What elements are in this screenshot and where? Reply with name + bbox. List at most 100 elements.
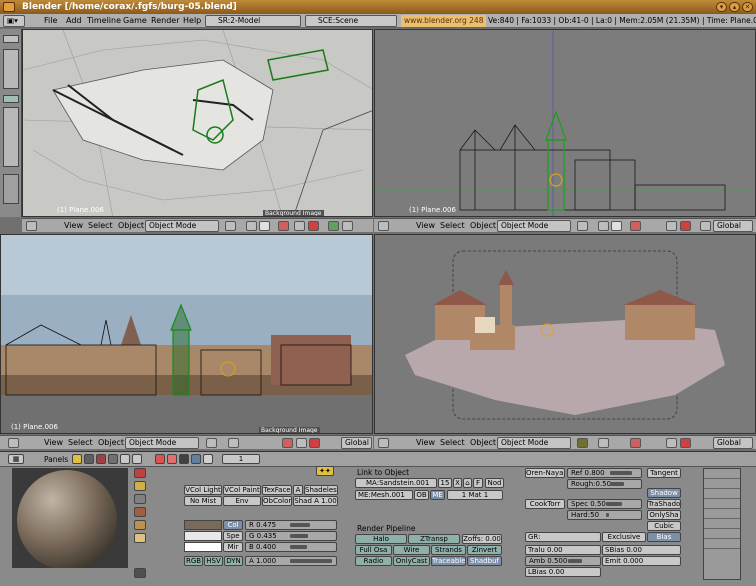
logic-context-icon[interactable] <box>72 454 82 464</box>
maximize-icon[interactable]: ▴ <box>729 2 740 12</box>
scene-context-icon[interactable] <box>132 454 142 464</box>
ref-slider[interactable]: Ref 0.800 <box>567 468 642 478</box>
draw-mode-icon[interactable] <box>225 221 236 231</box>
translate-icon[interactable] <box>630 221 641 231</box>
traceable-button[interactable]: Traceable <box>431 556 466 566</box>
menu-view[interactable]: View <box>416 437 435 449</box>
shadeless-button[interactable]: Shadeless <box>304 485 338 495</box>
menu-object[interactable]: Object <box>118 220 144 232</box>
rgb-mode-button[interactable]: RGB <box>184 556 203 566</box>
red-slider[interactable]: R 0.475 <box>245 520 337 530</box>
pivot-icon[interactable] <box>598 221 609 231</box>
tool-button[interactable] <box>3 95 19 103</box>
material-users-field[interactable]: 15 <box>438 478 452 488</box>
material-index-field[interactable]: 1 Mat 1 <box>447 490 503 500</box>
diffuse-shader-selector[interactable]: Oren-Nayar <box>525 468 565 478</box>
mode-selector[interactable]: Object Mode <box>497 437 571 449</box>
spec-slider[interactable]: Spec 0.50 <box>567 499 642 509</box>
node-button[interactable]: Nod <box>485 478 504 488</box>
view-type-icon[interactable] <box>26 221 37 231</box>
tool-button[interactable] <box>3 35 19 43</box>
halo-button[interactable]: Halo <box>355 534 407 544</box>
preview-cube-icon[interactable] <box>134 494 146 504</box>
menu-select[interactable]: Select <box>440 220 465 232</box>
wire-button[interactable]: Wire <box>393 545 430 555</box>
menu-render[interactable]: Render <box>151 15 179 27</box>
radiosity-sub-icon[interactable] <box>203 454 213 464</box>
minimize-icon[interactable]: ▾ <box>716 2 727 12</box>
orientation-selector[interactable]: Global <box>341 437 372 449</box>
shadbuf-button[interactable]: Shadbuf <box>467 556 502 566</box>
preview-monkey-icon[interactable] <box>134 507 146 517</box>
env-button[interactable]: Env <box>223 496 261 506</box>
editor-type-icon[interactable]: ▣▾ <box>3 15 25 27</box>
hard-slider[interactable]: Hard:50 <box>567 510 642 520</box>
rough-slider[interactable]: Rough:0.50 <box>567 479 642 489</box>
menu-select[interactable]: Select <box>440 437 465 449</box>
material-sub-icon[interactable] <box>155 454 165 464</box>
link-object-button[interactable]: OB <box>414 490 429 500</box>
full-osa-button[interactable]: Full Osa <box>355 545 392 555</box>
hand-icon[interactable] <box>666 221 677 231</box>
menu-file[interactable]: File <box>44 15 57 27</box>
object-context-icon[interactable] <box>108 454 118 464</box>
texture-sub-icon[interactable] <box>179 454 189 464</box>
mir-tab[interactable]: Mir <box>223 542 243 552</box>
menu-object[interactable]: Object <box>470 437 496 449</box>
viewport-top-left[interactable]: (1) Plane.006 Background Image <box>22 29 373 217</box>
view-type-icon[interactable] <box>8 438 19 448</box>
texface-alpha-button[interactable]: A <box>293 485 303 495</box>
shading-context-icon[interactable] <box>96 454 106 464</box>
light-group-field[interactable]: GR: <box>525 532 601 542</box>
translate-icon[interactable] <box>630 438 641 448</box>
menu-help[interactable]: Help <box>183 15 201 27</box>
manipulator-icon[interactable] <box>611 221 622 231</box>
color-swatch-spe[interactable] <box>184 531 222 541</box>
orientation-selector[interactable]: Global <box>713 220 753 232</box>
auto-name-icon[interactable]: ⌂ <box>463 478 472 488</box>
translate-icon[interactable] <box>278 221 289 231</box>
translate-icon[interactable] <box>282 438 293 448</box>
preview-sky-icon[interactable] <box>134 533 146 543</box>
scene-selector[interactable]: SCE:Scene <box>305 15 397 27</box>
rotate-icon[interactable] <box>680 221 691 231</box>
menu-game[interactable]: Game <box>123 15 147 27</box>
bias-toggle[interactable]: Bias <box>647 532 681 542</box>
preview-hair-icon[interactable] <box>134 520 146 530</box>
preview-refresh-icon[interactable] <box>134 568 146 578</box>
menu-view[interactable]: View <box>64 220 83 232</box>
mode-selector[interactable]: Object Mode <box>497 220 571 232</box>
sbias-field[interactable]: SBias 0.00 <box>602 545 681 555</box>
preview-plane-icon[interactable] <box>134 468 146 478</box>
rotate-icon[interactable] <box>680 438 691 448</box>
no-mist-button[interactable]: No Mist <box>184 496 222 506</box>
orientation-selector[interactable]: Global <box>713 437 753 449</box>
editing-context-icon[interactable] <box>120 454 130 464</box>
orientation-icon[interactable] <box>342 221 353 231</box>
menu-select[interactable]: Select <box>68 437 93 449</box>
tool-panel[interactable] <box>3 174 19 204</box>
fake-user-button[interactable]: F <box>473 478 483 488</box>
color-swatch-col[interactable] <box>184 520 222 530</box>
viewport-bottom-right[interactable] <box>374 234 756 434</box>
frame-field[interactable]: 1 <box>222 454 260 464</box>
vcol-paint-button[interactable]: VCol Paint <box>223 485 261 495</box>
shadow-toggle[interactable]: Shadow <box>647 488 681 498</box>
exclusive-button[interactable]: Exclusive <box>602 532 646 542</box>
shad-alpha-field[interactable]: Shad A 1.00 <box>293 496 338 506</box>
panels-menu[interactable]: Panels <box>44 455 68 464</box>
mode-selector[interactable]: Object Mode <box>145 220 219 232</box>
emit-field[interactable]: Emit 0.000 <box>602 556 681 566</box>
draw-mode-icon[interactable] <box>577 221 588 231</box>
col-tab[interactable]: Col <box>223 520 243 530</box>
mesh-name-field[interactable]: ME:Mesh.001 <box>355 490 413 500</box>
menu-object[interactable]: Object <box>98 437 124 449</box>
view-type-icon[interactable] <box>378 438 389 448</box>
script-context-icon[interactable] <box>84 454 94 464</box>
dyn-mode-button[interactable]: DYN <box>224 556 243 566</box>
scale-icon[interactable] <box>328 221 339 231</box>
blue-slider[interactable]: B 0.400 <box>245 542 337 552</box>
rotate-icon[interactable] <box>309 438 320 448</box>
menu-timeline[interactable]: Timeline <box>87 15 121 27</box>
radio-button[interactable]: Radio <box>355 556 392 566</box>
